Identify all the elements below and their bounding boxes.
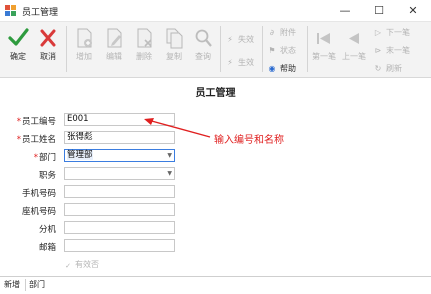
activate-label: 生效	[238, 58, 254, 67]
previous-record-icon	[349, 33, 359, 44]
help-button[interactable]: ◉ 帮助	[266, 61, 297, 77]
form-heading: 员工管理	[195, 88, 236, 99]
annotation-arrow-icon	[144, 118, 211, 138]
window-title: 员工管理	[22, 8, 59, 18]
separator	[307, 26, 308, 72]
position-select[interactable]: ▼	[64, 167, 175, 180]
toolbar: 确定 取消 增加 编辑 删除 复制 查询 ⚡ 失效 ⚡ 生效 ∂ 附件 ⚑ 状态 ◉ 帮助…	[0, 22, 431, 78]
invalidate-button[interactable]: ⚡ 失效	[224, 32, 254, 48]
previous-record-button[interactable]: 上一笔	[340, 25, 368, 62]
landline-input[interactable]	[64, 203, 175, 216]
position-label: 职务	[38, 171, 56, 181]
refresh-button[interactable]: ↻ 刷新	[372, 61, 402, 77]
tab-department[interactable]: 部门	[29, 279, 45, 290]
required-marker: *	[16, 135, 21, 145]
email-label: 邮箱	[38, 243, 56, 253]
activate-button[interactable]: ⚡ 生效	[224, 55, 254, 71]
edit-label: 编辑	[106, 52, 122, 61]
chevron-down-icon[interactable]: ▼	[167, 168, 172, 179]
status-button[interactable]: ⚑ 状态	[266, 43, 296, 59]
maximize-button[interactable]: ☐	[362, 0, 396, 22]
landline-label: 座机号码	[21, 207, 56, 217]
query-button[interactable]: 查询	[189, 25, 217, 62]
employee-name-label: *员工姓名	[16, 135, 56, 145]
title-bar: 员工管理 — ☐ ✕	[0, 0, 431, 22]
last-record-button[interactable]: ⊳ 末一笔	[372, 43, 410, 59]
next-record-icon: ▷	[374, 28, 382, 37]
next-record-button[interactable]: ▷ 下一笔	[372, 25, 410, 41]
invalidate-label: 失效	[238, 35, 254, 44]
separator	[220, 26, 221, 72]
confirm-label: 确定	[10, 52, 26, 61]
delete-label: 删除	[136, 52, 152, 61]
annotation-text: 输入编号和名称	[214, 135, 284, 146]
employee-id-label: *员工编号	[16, 117, 56, 127]
first-record-label: 第一笔	[312, 52, 336, 61]
copy-button[interactable]: 复制	[160, 25, 188, 62]
add-document-icon	[77, 28, 92, 48]
cancel-label: 取消	[40, 52, 56, 61]
last-record-label: 末一笔	[386, 46, 410, 55]
extension-label: 分机	[38, 225, 56, 235]
active-checkbox[interactable]: ✓ 有效否	[64, 259, 99, 270]
refresh-label: 刷新	[386, 64, 402, 73]
copy-label: 复制	[166, 52, 182, 61]
active-checkbox-label: 有效否	[75, 260, 99, 269]
attachment-label: 附件	[280, 28, 296, 37]
app-icon	[5, 5, 17, 17]
cancel-button[interactable]: 取消	[34, 25, 62, 62]
help-icon: ◉	[268, 64, 276, 73]
bottom-tab-bar: 新增 部门	[0, 276, 431, 294]
close-window-button[interactable]: ✕	[396, 0, 430, 22]
confirm-button[interactable]: 确定	[4, 25, 32, 62]
last-record-icon: ⊳	[374, 46, 382, 55]
delete-document-icon	[137, 28, 152, 48]
separator	[66, 26, 67, 72]
department-select[interactable]: 管理部 ▼	[64, 149, 175, 162]
search-icon	[195, 29, 212, 47]
status-label: 状态	[280, 46, 296, 55]
status-flag-icon: ⚑	[268, 46, 276, 55]
next-record-label: 下一笔	[386, 28, 410, 37]
copy-icon	[166, 28, 183, 49]
department-value: 管理部	[67, 150, 93, 160]
mobile-label: 手机号码	[21, 189, 56, 199]
first-record-button[interactable]: 第一笔	[310, 25, 338, 62]
required-marker: *	[33, 153, 38, 163]
add-label: 增加	[76, 52, 92, 61]
minimize-button[interactable]: —	[328, 0, 362, 22]
chevron-down-icon[interactable]: ▼	[167, 150, 172, 161]
query-label: 查询	[195, 52, 211, 61]
paperclip-icon: ∂	[269, 28, 275, 37]
add-button[interactable]: 增加	[70, 25, 98, 62]
required-marker: *	[16, 117, 21, 127]
edit-button[interactable]: 编辑	[100, 25, 128, 62]
mobile-input[interactable]	[64, 185, 175, 198]
checkmark-icon: ✓	[65, 262, 71, 270]
invalidate-icon: ⚡	[227, 35, 233, 44]
help-label: 帮助	[280, 64, 296, 73]
attachment-button[interactable]: ∂ 附件	[266, 25, 296, 41]
previous-record-label: 上一笔	[342, 52, 366, 61]
extension-input[interactable]	[64, 221, 175, 234]
delete-button[interactable]: 删除	[130, 25, 158, 62]
activate-icon: ⚡	[227, 58, 233, 67]
check-icon	[8, 28, 29, 46]
tab-add[interactable]: 新增	[4, 279, 20, 290]
edit-pencil-icon	[107, 28, 122, 48]
email-input[interactable]	[64, 239, 175, 252]
first-record-icon	[317, 33, 330, 44]
tab-divider	[25, 279, 26, 291]
refresh-icon: ↻	[374, 64, 382, 73]
cancel-x-icon	[40, 29, 56, 47]
separator	[262, 26, 263, 72]
department-label: *部门	[33, 153, 56, 163]
